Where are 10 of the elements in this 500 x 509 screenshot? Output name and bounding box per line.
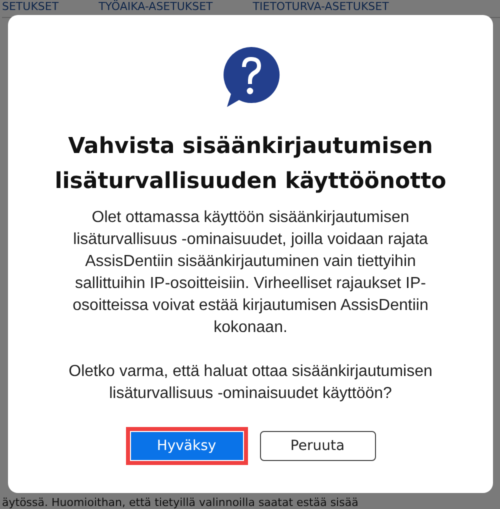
tab[interactable]: TIETOTURVA-ASETUKSET [252, 0, 389, 13]
dialog-title: Vahvista sisäänkirjautumisen lisäturvallisuuden käyttöönotto [54, 133, 448, 196]
accept-button[interactable]: Hyväksy [126, 427, 248, 465]
dialog-message: Olet ottamassa käyttöön sisäänkirjautumisen lisäturvallisuus -ominaisuudet, joilla voidaan rajata AssisDentiin sisäänkirjautuminen vain tiettyihin sallittuihin IP-osoitteisiin. Virheelliset rajaukset IP-osoitteissa voivat estää kirjautumisen AssisDentiin kokonaan. [72, 208, 430, 338]
background-text: äytössä. Huomioithan, että tietyillä valinnoilla saatat estää sisää [2, 496, 360, 509]
question-bubble-icon [220, 45, 280, 109]
dialog-message: Oletko varma, että haluat ottaa sisäänkirjautumisen lisäturvallisuus -ominaisuudet käyttöön? [68, 362, 434, 404]
tab[interactable]: SETUKSET [2, 0, 59, 13]
cancel-button[interactable]: Peruuta [260, 431, 376, 461]
tab[interactable]: TYÖAIKA-ASETUKSET [98, 0, 213, 13]
